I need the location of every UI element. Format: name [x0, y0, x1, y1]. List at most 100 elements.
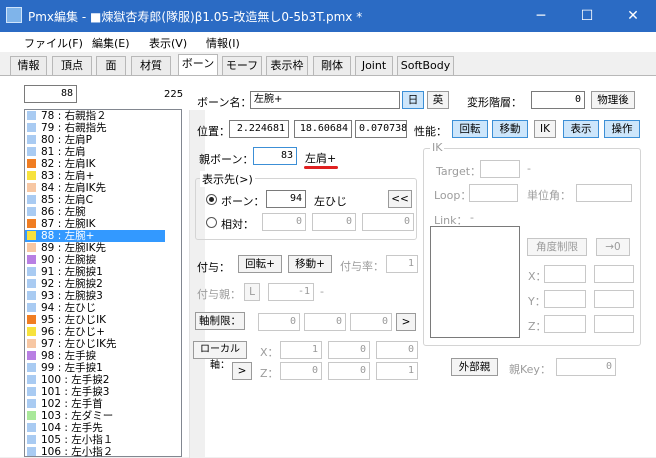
- bone-list-item[interactable]: 89 : 左腕IK先: [25, 242, 165, 254]
- tab-rigid-body[interactable]: 剛体: [313, 56, 351, 76]
- local-x1-field[interactable]: 1: [280, 341, 322, 359]
- bone-list-item[interactable]: 106 : 左小指２: [25, 446, 165, 458]
- local-x2-field[interactable]: 0: [328, 341, 370, 359]
- bone-list-item[interactable]: 96 : 左ひじ+: [25, 326, 165, 338]
- tab-vertex[interactable]: 頂点: [52, 56, 92, 76]
- maximize-button[interactable]: ☐: [564, 0, 610, 32]
- bone-list-item[interactable]: 102 : 左手首: [25, 398, 165, 410]
- tab-bone[interactable]: ボーン: [178, 54, 218, 76]
- menu-view[interactable]: 表示(V): [149, 35, 187, 51]
- position-y-field[interactable]: 18.60684: [294, 120, 352, 138]
- bone-list-item[interactable]: 97 : 左ひじIK先: [25, 338, 165, 350]
- position-z-field[interactable]: 0.0707386: [355, 120, 407, 138]
- tab-display-frame[interactable]: 表示枠: [266, 56, 308, 76]
- angle-limit-button[interactable]: 角度制限: [527, 238, 587, 256]
- tab-face[interactable]: 面: [96, 56, 126, 76]
- grant-parent-field[interactable]: -1: [268, 283, 314, 301]
- bone-list-item[interactable]: 95 : 左ひじIK: [25, 314, 165, 326]
- menu-file[interactable]: ファイル(F): [24, 35, 83, 51]
- perf-operate-button[interactable]: 操作: [604, 120, 640, 138]
- axis-z-field[interactable]: 0: [350, 313, 392, 331]
- relative-z-field[interactable]: 0: [362, 213, 414, 231]
- local-z1-field[interactable]: 0: [280, 362, 322, 380]
- jump-button[interactable]: <<: [388, 190, 412, 208]
- tab-morph[interactable]: モーフ: [222, 56, 262, 76]
- position-x-field[interactable]: 2.224681: [229, 120, 289, 138]
- parent-bone-field[interactable]: 83: [253, 147, 297, 165]
- local-z3-field[interactable]: 1: [376, 362, 418, 380]
- grant-move-button[interactable]: 移動+: [288, 255, 332, 273]
- ik-x-max-field[interactable]: [594, 265, 634, 283]
- bone-list-item[interactable]: 98 : 左手捩: [25, 350, 165, 362]
- menu-edit[interactable]: 編集(E): [92, 35, 130, 51]
- bone-list-item[interactable]: 99 : 左手捩1: [25, 362, 165, 374]
- axis-y-field[interactable]: 0: [304, 313, 346, 331]
- bone-list-item[interactable]: 104 : 左手先: [25, 422, 165, 434]
- axis-limit-button[interactable]: 軸制限：: [195, 312, 245, 330]
- parent-key-field[interactable]: 0: [556, 358, 616, 376]
- bone-list-item[interactable]: 91 : 左腕捩1: [25, 266, 165, 278]
- tab-info[interactable]: 情報: [10, 56, 47, 76]
- relative-x-field[interactable]: 0: [262, 213, 306, 231]
- bone-list-item[interactable]: 78 : 右親指２: [25, 110, 165, 122]
- to-zero-button[interactable]: →0: [596, 238, 630, 256]
- bone-list-item[interactable]: 79 : 右親指先: [25, 122, 165, 134]
- local-z2-field[interactable]: 0: [328, 362, 370, 380]
- perf-ik-button[interactable]: IK: [534, 120, 556, 138]
- bone-list[interactable]: 78 : 右親指２ 79 : 右親指先 80 : 左肩P 81 : 左肩 82 : 左肩…: [24, 109, 205, 458]
- perf-display-button[interactable]: 表示: [563, 120, 599, 138]
- local-axis-apply-button[interactable]: >: [232, 362, 252, 380]
- local-x3-field[interactable]: 0: [376, 341, 418, 359]
- axis-x-field[interactable]: 0: [258, 313, 300, 331]
- radio-relative[interactable]: [206, 217, 217, 228]
- bone-list-item[interactable]: 92 : 左腕捩2: [25, 278, 165, 290]
- tab-softbody[interactable]: SoftBody: [397, 56, 454, 76]
- axis-apply-button[interactable]: >: [396, 313, 416, 331]
- bone-list-item[interactable]: 81 : 左肩: [25, 146, 165, 158]
- bone-list-item[interactable]: 94 : 左ひじ: [25, 302, 165, 314]
- bone-list-item[interactable]: 103 : 左ダミー: [25, 410, 165, 422]
- ik-link-list[interactable]: [430, 226, 520, 338]
- tab-material[interactable]: 材質: [131, 56, 171, 76]
- menu-info[interactable]: 情報(I): [206, 35, 240, 51]
- bone-index-field[interactable]: 88: [24, 85, 77, 103]
- ik-loop-field[interactable]: [469, 184, 518, 202]
- bone-list-item[interactable]: 90 : 左腕捩: [25, 254, 165, 266]
- bone-list-item[interactable]: 82 : 左肩IK: [25, 158, 165, 170]
- bone-list-item[interactable]: 88 : 左腕+: [25, 230, 165, 242]
- perf-move-button[interactable]: 移動: [492, 120, 528, 138]
- lang-jp-button[interactable]: 日: [402, 91, 424, 109]
- bone-list-item[interactable]: 93 : 左腕捩3: [25, 290, 165, 302]
- bone-list-item[interactable]: 83 : 左肩+: [25, 170, 165, 182]
- bone-name-field[interactable]: 左腕+: [250, 91, 400, 109]
- bone-list-item[interactable]: 87 : 左腕IK: [25, 218, 165, 230]
- ik-y-min-field[interactable]: [544, 290, 586, 308]
- ik-z-min-field[interactable]: [544, 315, 586, 333]
- tab-joint[interactable]: Joint: [355, 56, 393, 76]
- physics-after-button[interactable]: 物理後: [591, 91, 635, 109]
- ik-unit-angle-field[interactable]: [576, 184, 632, 202]
- local-axis-button[interactable]: ローカル軸：: [193, 341, 247, 371]
- display-bone-field[interactable]: 94: [266, 190, 306, 208]
- grant-rate-field[interactable]: 1: [386, 255, 418, 273]
- lang-en-button[interactable]: 英: [427, 91, 449, 109]
- grant-rotate-button[interactable]: 回転+: [238, 255, 282, 273]
- bone-list-item[interactable]: 84 : 左肩IK先: [25, 182, 165, 194]
- grant-parent-l-button[interactable]: L: [244, 283, 260, 301]
- relative-y-field[interactable]: 0: [312, 213, 356, 231]
- close-button[interactable]: ✕: [610, 0, 656, 32]
- bone-list-item[interactable]: 101 : 左手捩3: [25, 386, 165, 398]
- bone-list-item[interactable]: 105 : 左小指１: [25, 434, 165, 446]
- ik-y-max-field[interactable]: [594, 290, 634, 308]
- radio-bone[interactable]: [206, 194, 217, 205]
- ik-x-min-field[interactable]: [544, 265, 586, 283]
- bone-list-item[interactable]: 100 : 左手捩2: [25, 374, 165, 386]
- external-parent-button[interactable]: 外部親: [451, 358, 498, 376]
- bone-list-item[interactable]: 86 : 左腕: [25, 206, 165, 218]
- minimize-button[interactable]: ─: [518, 0, 564, 32]
- ik-target-field[interactable]: [480, 160, 520, 178]
- bone-list-item[interactable]: 80 : 左肩P: [25, 134, 165, 146]
- bone-list-item[interactable]: 85 : 左肩C: [25, 194, 165, 206]
- deform-level-field[interactable]: 0: [531, 91, 585, 109]
- ik-z-max-field[interactable]: [594, 315, 634, 333]
